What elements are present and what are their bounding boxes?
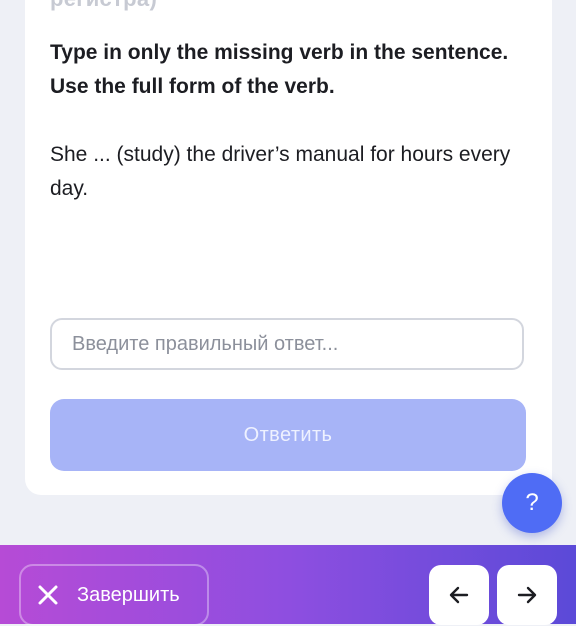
- finish-button-label: Завершить: [77, 583, 180, 606]
- finish-button[interactable]: Завершить: [19, 564, 209, 626]
- next-task-button[interactable]: [497, 565, 557, 625]
- arrow-left-icon: [449, 586, 469, 604]
- answer-input[interactable]: [50, 318, 524, 370]
- submit-answer-button[interactable]: Ответить: [50, 399, 526, 471]
- close-icon: [38, 585, 58, 605]
- help-button[interactable]: ?: [502, 473, 562, 533]
- question-icon: ?: [525, 489, 539, 516]
- previous-task-button[interactable]: [429, 565, 489, 625]
- task-question: She ... (study) the driver’s manual for …: [50, 143, 511, 200]
- task-heading-partial: регистра): [50, 0, 157, 12]
- arrow-right-icon: [517, 586, 537, 604]
- bottom-navigation-bar: Завершить: [0, 545, 576, 626]
- task-instruction: Type in only the missing verb in the sen…: [50, 41, 509, 98]
